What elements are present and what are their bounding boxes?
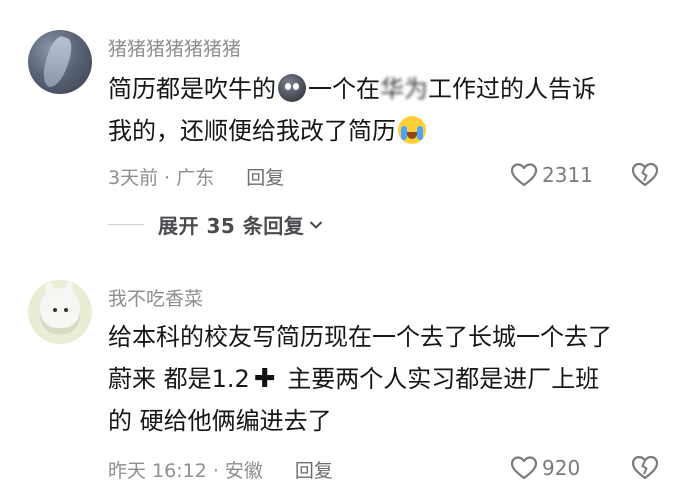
reply-button[interactable]: 回复 [246,163,284,190]
comment-text: 给本科的校友写简历现在一个去了长城一个去了 蔚来 都是1.2 ✚ 主要两个人实习都… [108,316,668,442]
comment-text: 简历都是吹牛的 一个在华为工作过的人告诉 我的，还顺便给我改了简历 [108,68,668,152]
broken-heart-icon [631,162,659,187]
comment-username[interactable]: 我不吃香菜 [108,284,203,311]
heart-outline-icon [510,163,538,187]
crying-laughing-emoji-icon [398,116,426,144]
comment-meta: 3天前 · 广东 回复 [108,163,284,190]
comment-text-part: 主要两个人实习都是进厂上班 [287,365,600,393]
divider-line [108,224,144,225]
expand-replies-button[interactable]: 展开 35 条回复 [108,210,324,239]
chevron-down-icon [310,221,323,228]
comment-text-part: 蔚来 都是1.2 [108,365,250,393]
comment-time-location: 3天前 · 广东 [108,167,215,189]
comment-meta: 昨天 16:12 · 安徽 回复 [108,456,333,483]
dark-blob-emoji-icon [278,74,306,102]
plus-emoji-icon: ✚ [253,364,276,394]
like-button[interactable]: 2311 [510,162,593,188]
comment-item: 我不吃香菜 给本科的校友写简历现在一个去了长城一个去了 蔚来 都是1.2 ✚ 主要… [0,262,690,488]
avatar-art [53,308,57,312]
comment-text-part: 简历都是吹牛的 [108,75,276,103]
like-count: 2311 [542,163,593,187]
comment-text-part: 一个在 [308,75,380,103]
like-button[interactable]: 920 [510,455,580,481]
comment-time-location: 昨天 16:12 · 安徽 [108,460,263,482]
comment-text-part: 的 硬给他俩编进去了 [108,407,332,435]
like-count: 920 [542,456,581,480]
dislike-button[interactable] [630,160,660,192]
avatar-art [40,288,80,334]
comment-text-part: 给本科的校友写简历现在一个去了长城一个去了 [108,323,612,351]
comment-item: 猪猪猪猪猪猪猪 简历都是吹牛的 一个在华为工作过的人告诉 我的，还顺便给我改了简历… [0,0,690,260]
broken-heart-icon [631,455,659,480]
avatar[interactable] [28,30,92,94]
heart-outline-icon [510,456,538,480]
avatar[interactable] [28,280,92,344]
comment-username[interactable]: 猪猪猪猪猪猪猪 [108,34,241,61]
comment-text-part: 工作过的人告诉 [428,75,596,103]
blurred-text: 华为 [380,75,428,103]
expand-replies-label: 展开 35 条回复 [158,214,305,238]
dislike-button[interactable] [630,453,660,485]
reply-button[interactable]: 回复 [295,456,333,483]
avatar-art [64,308,68,312]
comment-text-part: 我的，还顺便给我改了简历 [108,117,396,145]
avatar-art [38,33,76,91]
